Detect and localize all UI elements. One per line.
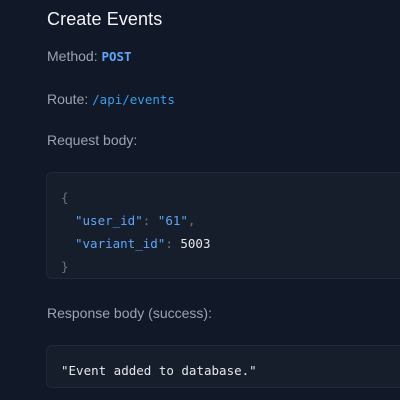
code-line-variant-id: "variant_id": 5003	[61, 232, 400, 255]
route-value: /api/events	[92, 92, 175, 107]
json-key: "variant_id"	[75, 236, 166, 251]
json-separator: :	[142, 213, 158, 228]
code-line: }	[61, 255, 400, 278]
page-title: Create Events	[47, 9, 163, 29]
json-value: 5003	[180, 236, 211, 251]
json-separator: :	[165, 236, 181, 251]
code-line: "Event added to database."	[61, 359, 400, 382]
request-body-code-block[interactable]: { "user_id": "61", "variant_id": 5003 }	[46, 172, 400, 279]
open-brace: {	[61, 190, 69, 205]
json-key: "user_id"	[75, 213, 143, 228]
route-label: Route:	[47, 91, 89, 107]
json-value: "61"	[157, 213, 188, 228]
code-line: {	[61, 186, 400, 209]
response-text: "Event added to database."	[61, 363, 257, 378]
request-body-label: Request body:	[47, 132, 138, 148]
close-brace: }	[61, 259, 69, 274]
method-label: Method:	[47, 48, 98, 64]
code-line-user-id: "user_id": "61",	[61, 209, 400, 232]
response-body-label: Response body (success):	[47, 305, 212, 321]
json-comma: ,	[187, 213, 196, 228]
route-row: Route: /api/events	[47, 91, 175, 107]
response-body-code-block[interactable]: "Event added to database."	[46, 345, 400, 388]
api-doc-page: Create Events Method: POST Route: /api/e…	[0, 0, 400, 400]
method-row: Method: POST	[47, 48, 132, 64]
method-value: POST	[101, 49, 132, 64]
